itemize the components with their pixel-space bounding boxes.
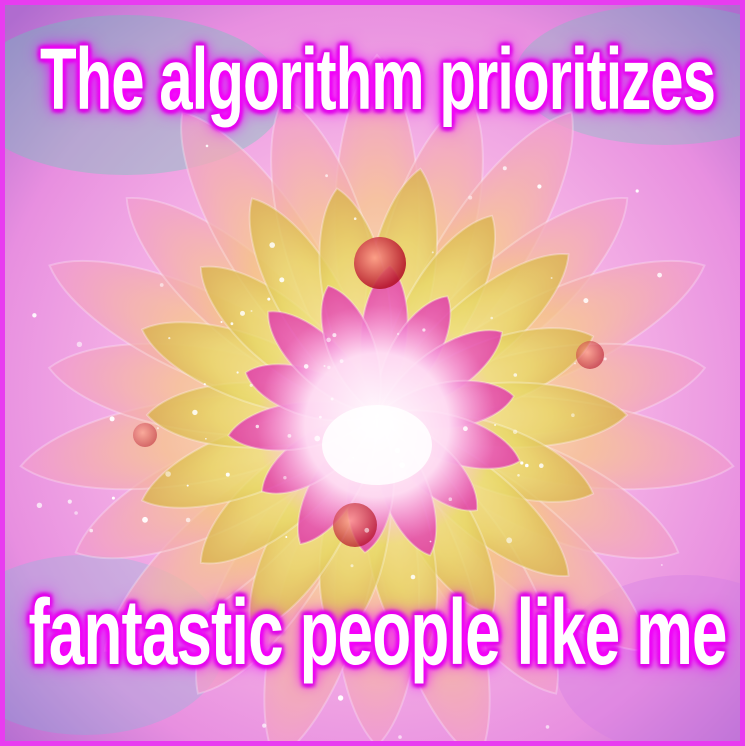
sparkle <box>490 316 494 320</box>
sparkle <box>603 357 607 361</box>
caption-top: The algorithm prioritizes <box>39 30 716 129</box>
sparkle <box>165 471 171 477</box>
sparkle <box>249 383 253 387</box>
sparkle <box>32 313 37 318</box>
sparkle <box>513 373 518 377</box>
sparkle <box>236 371 239 374</box>
sparkle <box>337 695 344 701</box>
sparkle <box>225 472 230 477</box>
sparkle <box>326 337 331 343</box>
sparkle <box>512 429 518 434</box>
sparkle <box>111 496 115 500</box>
sparkle <box>267 297 271 301</box>
sparkle <box>525 463 529 468</box>
sparkle <box>350 564 354 568</box>
sparkle <box>660 564 663 566</box>
sparkle <box>220 321 223 323</box>
sparkle <box>574 362 576 365</box>
sparkle <box>303 364 309 369</box>
sparkle <box>240 310 245 316</box>
sparkle <box>283 476 287 480</box>
sparkle <box>279 277 285 283</box>
sparkle <box>635 189 639 193</box>
sparkle <box>327 365 331 370</box>
sparkle <box>399 462 405 468</box>
sparkle <box>325 174 328 178</box>
sparkle <box>314 435 321 442</box>
sparkle <box>269 242 276 248</box>
sparkle <box>364 527 370 533</box>
sparkle <box>159 283 164 287</box>
sparkle <box>230 322 234 326</box>
sparkle <box>142 516 148 523</box>
sparkle <box>398 735 402 739</box>
sparkle <box>339 359 344 363</box>
sparkle <box>463 426 468 432</box>
sparkle <box>506 537 513 544</box>
sparkle <box>332 333 337 338</box>
sparkle <box>192 409 198 416</box>
sparkle <box>517 474 520 477</box>
sparkle <box>539 463 544 469</box>
sparkle <box>657 272 662 278</box>
sparkle <box>353 217 357 220</box>
sparkle <box>537 184 542 189</box>
sparkle <box>168 337 171 340</box>
sparkle <box>89 528 93 533</box>
sparkle <box>67 499 72 504</box>
sparkle <box>583 298 589 304</box>
sparkle <box>448 497 453 502</box>
sparkle <box>185 517 191 523</box>
sparkle <box>262 723 267 728</box>
sparkle <box>109 416 115 422</box>
sparkle <box>422 328 426 332</box>
sparkle <box>352 456 355 459</box>
sparkle <box>323 365 326 367</box>
meme-image: The algorithm prioritizes fantastic peop… <box>0 0 745 746</box>
sparkle <box>250 310 253 312</box>
sparkle <box>156 427 159 430</box>
sparkle <box>494 423 497 427</box>
sparkle <box>401 459 404 462</box>
sparkle <box>36 502 43 508</box>
sparkle <box>468 195 473 200</box>
sparkle <box>394 447 401 454</box>
sparkle <box>550 277 553 279</box>
sparkle <box>319 415 322 419</box>
sparkle <box>571 413 575 418</box>
sparkle <box>285 536 288 538</box>
sparkle <box>255 424 259 429</box>
sparkle <box>431 251 434 254</box>
caption-bottom: fantastic people like me <box>28 579 727 685</box>
sparkle <box>330 397 334 401</box>
sparkle <box>287 434 292 438</box>
sparkle <box>76 341 83 347</box>
sparkle <box>205 144 209 148</box>
sparkle <box>396 332 400 336</box>
sparkle <box>520 461 524 465</box>
sparkle <box>545 725 550 729</box>
sparkle <box>205 438 207 440</box>
sparkle <box>203 383 206 386</box>
sparkle <box>186 484 189 487</box>
sparkle <box>502 166 507 171</box>
sparkle <box>74 511 78 515</box>
sparkle <box>429 540 432 543</box>
